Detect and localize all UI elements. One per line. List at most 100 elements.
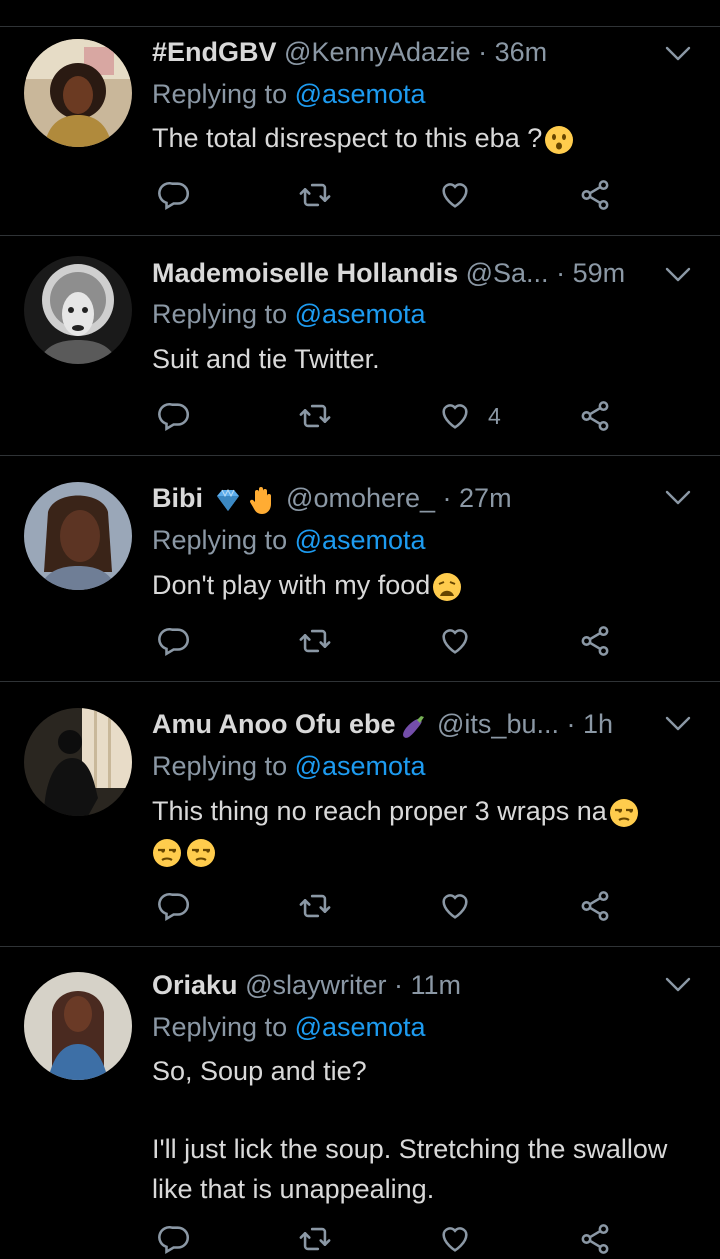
- like-icon: [438, 178, 472, 212]
- display-name[interactable]: Amu Anoo Ofu ebe: [152, 709, 396, 739]
- user-handle[interactable]: @KennyAdazie: [284, 37, 471, 67]
- tweet-header: #EndGBV @KennyAdazie · 36m: [152, 32, 660, 72]
- chevron-down-icon[interactable]: [664, 488, 692, 508]
- user-handle[interactable]: @slaywriter: [245, 970, 386, 1000]
- reply-tweet[interactable]: #EndGBV @KennyAdazie · 36m Replying to @…: [0, 27, 720, 236]
- reply-button[interactable]: [158, 886, 192, 926]
- weary-face-icon: [432, 572, 462, 602]
- tweet-text-paragraph: I'll just lick the soup. Stretching the …: [152, 1134, 668, 1204]
- retweet-button[interactable]: [298, 396, 332, 436]
- timestamp[interactable]: · 27m: [443, 483, 512, 513]
- display-name[interactable]: Mademoiselle Hollandis: [152, 258, 458, 288]
- like-count: 4: [488, 402, 501, 429]
- share-button[interactable]: [578, 621, 612, 661]
- tweet-text: Don't play with my food: [152, 565, 680, 605]
- like-button[interactable]: [438, 886, 488, 926]
- like-button[interactable]: 4: [438, 396, 501, 436]
- tweet-text: Suit and tie Twitter.: [152, 339, 680, 379]
- reply-button[interactable]: [158, 175, 192, 215]
- replying-to: Replying to @asemota: [152, 74, 426, 114]
- tweet-actions: [152, 175, 632, 215]
- timestamp[interactable]: · 11m: [394, 970, 461, 1000]
- reply-icon: [158, 1222, 192, 1256]
- mention-link[interactable]: @asemota: [295, 751, 426, 781]
- display-name[interactable]: Bibi: [152, 483, 203, 513]
- share-button[interactable]: [578, 1219, 612, 1259]
- timestamp[interactable]: · 59m: [556, 258, 625, 288]
- mention-link[interactable]: @asemota: [295, 525, 426, 555]
- avatar[interactable]: [24, 972, 132, 1080]
- avatar[interactable]: [24, 39, 132, 147]
- like-button[interactable]: [438, 621, 488, 661]
- avatar[interactable]: [24, 482, 132, 590]
- reply-tweet[interactable]: Bibi @omohere_ · 27m Replying to @asemot…: [0, 456, 720, 682]
- replying-to: Replying to @asemota: [152, 1007, 426, 1047]
- mention-link[interactable]: @asemota: [295, 1012, 426, 1042]
- avatar[interactable]: [24, 708, 132, 816]
- replying-to-label: Replying to: [152, 751, 288, 781]
- retweet-icon: [298, 1222, 332, 1256]
- tweet-text-content: Don't play with my food: [152, 570, 431, 600]
- user-handle[interactable]: @omohere_: [286, 483, 435, 513]
- reply-tweet[interactable]: Oriaku @slaywriter · 11m Replying to @as…: [0, 947, 720, 1256]
- share-button[interactable]: [578, 175, 612, 215]
- mention-link[interactable]: @asemota: [295, 79, 426, 109]
- chevron-down-icon[interactable]: [664, 714, 692, 734]
- tweet-actions: [152, 886, 632, 926]
- retweet-icon: [298, 399, 332, 433]
- user-handle[interactable]: @its_bu...: [437, 709, 559, 739]
- timestamp[interactable]: · 36m: [478, 37, 547, 67]
- replying-to: Replying to @asemota: [152, 520, 426, 560]
- reply-icon: [158, 624, 192, 658]
- reply-button[interactable]: [158, 621, 192, 661]
- raised-hand-icon: [247, 485, 277, 515]
- reply-button[interactable]: [158, 1219, 192, 1259]
- retweet-button[interactable]: [298, 1219, 332, 1259]
- replying-to-label: Replying to: [152, 299, 288, 329]
- share-icon: [578, 889, 612, 923]
- replying-to-label: Replying to: [152, 79, 288, 109]
- share-button[interactable]: [578, 886, 612, 926]
- user-handle[interactable]: @Sa...: [466, 258, 549, 288]
- unamused-face-icon: [152, 838, 182, 868]
- tweet-actions: [152, 621, 632, 661]
- tweet-text: So, Soup and tie? I'll just lick the sou…: [152, 1051, 680, 1209]
- tweet-header: Mademoiselle Hollandis @Sa... · 59m: [152, 253, 660, 293]
- tweet-actions: 4: [152, 396, 632, 436]
- share-icon: [578, 1222, 612, 1256]
- unamused-face-icon: [609, 798, 639, 828]
- display-name[interactable]: Oriaku: [152, 970, 238, 1000]
- retweet-icon: [298, 889, 332, 923]
- like-button[interactable]: [438, 175, 488, 215]
- avatar[interactable]: [24, 256, 132, 364]
- mention-link[interactable]: @asemota: [295, 299, 426, 329]
- retweet-icon: [298, 178, 332, 212]
- tweet-text: This thing no reach proper 3 wraps na: [152, 791, 680, 871]
- tweet-header: Bibi @omohere_ · 27m: [152, 478, 660, 518]
- chevron-down-icon[interactable]: [664, 975, 692, 995]
- replying-to: Replying to @asemota: [152, 746, 426, 786]
- chevron-down-icon[interactable]: [664, 44, 692, 64]
- share-icon: [578, 399, 612, 433]
- tweet-text-content: This thing no reach proper 3 wraps na: [152, 796, 607, 826]
- replying-to-label: Replying to: [152, 525, 288, 555]
- replying-to: Replying to @asemota: [152, 294, 426, 334]
- retweet-button[interactable]: [298, 886, 332, 926]
- timestamp[interactable]: · 1h: [567, 709, 614, 739]
- tweet-text-line: So, Soup and tie?: [152, 1056, 367, 1086]
- share-button[interactable]: [578, 396, 612, 436]
- like-icon: [438, 1222, 472, 1256]
- reply-tweet[interactable]: Amu Anoo Ofu ebe @its_bu... · 1h Replyin…: [0, 682, 720, 947]
- display-name[interactable]: #EndGBV: [152, 37, 277, 67]
- like-button[interactable]: [438, 1219, 488, 1259]
- reply-tweet[interactable]: Mademoiselle Hollandis @Sa... · 59m Repl…: [0, 236, 720, 456]
- reply-icon: [158, 399, 192, 433]
- replying-to-label: Replying to: [152, 1012, 288, 1042]
- eggplant-icon: [398, 711, 428, 741]
- tweet-text: The total disrespect to this eba ?: [152, 118, 680, 158]
- chevron-down-icon[interactable]: [664, 265, 692, 285]
- retweet-button[interactable]: [298, 621, 332, 661]
- retweet-button[interactable]: [298, 175, 332, 215]
- reply-icon: [158, 889, 192, 923]
- reply-button[interactable]: [158, 396, 192, 436]
